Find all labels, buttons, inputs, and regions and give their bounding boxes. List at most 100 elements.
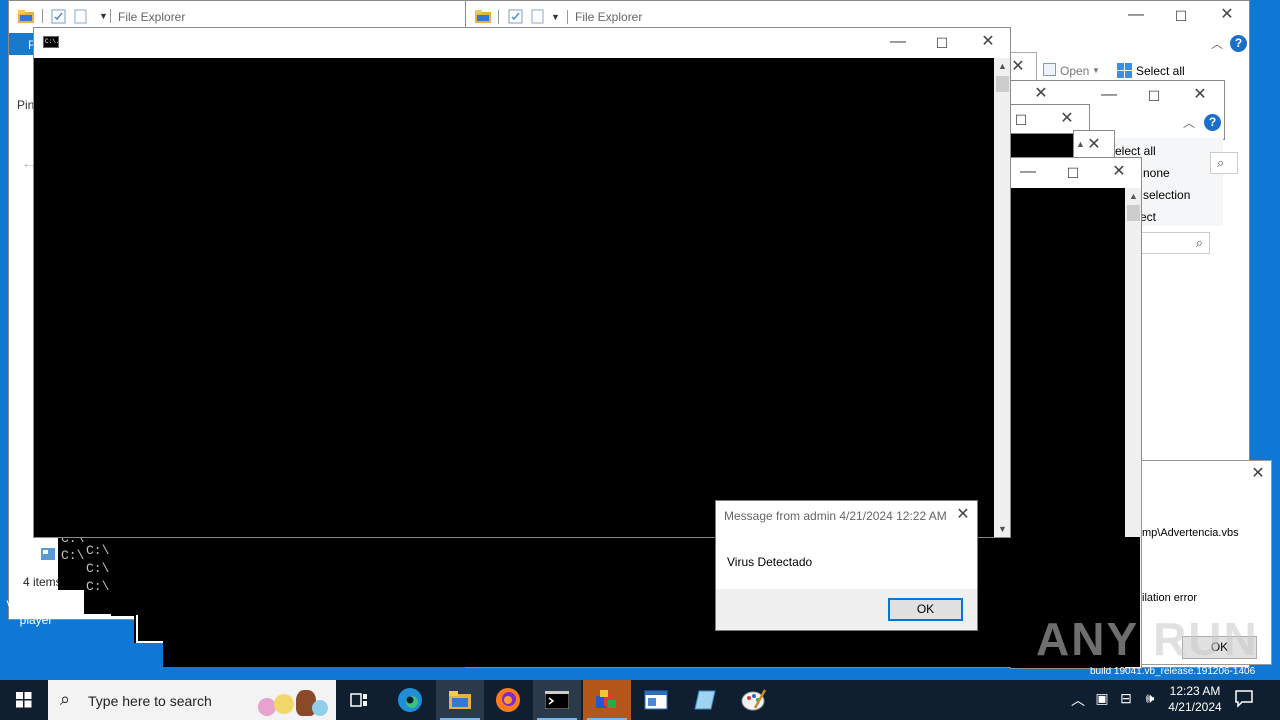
properties-icon[interactable] [51, 9, 67, 25]
console-window-lower-4-body [138, 615, 164, 641]
folder-icon[interactable] [474, 9, 492, 25]
close-icon[interactable]: ✕ [1084, 137, 1104, 153]
properties-icon[interactable] [508, 9, 524, 25]
maximize-icon[interactable]: ☐ [1171, 8, 1191, 24]
start-button[interactable] [0, 680, 48, 720]
console-window-main: C:\. — ☐ ✕ ▲ ▼ [33, 27, 1011, 538]
close-icon[interactable]: ✕ [1248, 466, 1268, 482]
notepad-taskbar-button[interactable] [681, 680, 729, 720]
search-box-back[interactable]: ⌕ [1210, 152, 1238, 174]
details-view-icon[interactable] [41, 548, 55, 560]
customize-toolbar-chevron-icon[interactable]: ▼ [551, 12, 560, 22]
file-explorer-taskbar-button[interactable] [436, 680, 484, 720]
select-none-item[interactable]: none [1143, 166, 1170, 180]
scroll-thumb[interactable] [996, 76, 1009, 92]
new-folder-icon[interactable] [73, 9, 89, 25]
notepad-icon [694, 690, 716, 710]
clock-time: 12:23 AM [1169, 684, 1221, 698]
anyrun-watermark: ANY RUN [1036, 612, 1266, 668]
folder-icon [449, 691, 471, 709]
close-icon[interactable]: ✕ [1031, 86, 1051, 102]
easter-eggs-icon [258, 688, 332, 716]
task-view-icon [350, 693, 367, 707]
watermark-text: ANY RUN [1036, 613, 1259, 665]
scroll-down-arrow-icon[interactable]: ▼ [994, 524, 1010, 534]
maximize-icon[interactable]: ☐ [1063, 165, 1083, 181]
scroll-up-arrow-icon[interactable]: ▲ [1125, 191, 1141, 201]
console-output[interactable] [34, 58, 994, 537]
toolbar-divider [498, 10, 499, 24]
command-prompt-taskbar-button[interactable] [533, 680, 581, 720]
usb-device-icon[interactable]: ▣ [1092, 690, 1112, 707]
maximize-icon[interactable]: ☐ [1011, 112, 1031, 128]
close-icon[interactable]: ✕ [1190, 87, 1210, 103]
open-dropdown-chevron-icon[interactable]: ▼ [1092, 66, 1100, 75]
select-all-item[interactable]: elect all [1115, 144, 1156, 158]
vertical-scrollbar[interactable]: ▲ ▼ [994, 58, 1010, 537]
scroll-up-arrow-icon[interactable]: ▲ [994, 61, 1010, 71]
minimize-icon[interactable]: — [1099, 87, 1119, 103]
clock[interactable]: 12:23 AM 4/21/2024 [1162, 683, 1228, 717]
new-folder-icon[interactable] [530, 9, 546, 25]
select-item[interactable]: ect [1140, 210, 1156, 224]
pin-to-quick-access-label[interactable]: Pin [17, 98, 34, 112]
search-box[interactable]: ⌕ Type here to search [48, 680, 336, 720]
select-all-button[interactable]: Select all [1136, 64, 1185, 78]
firefox-taskbar-button[interactable] [484, 680, 532, 720]
close-icon[interactable]: ✕ [953, 507, 973, 523]
script-host-taskbar-button[interactable] [583, 680, 631, 720]
paint-taskbar-button[interactable] [730, 680, 778, 720]
toolbar-divider [567, 10, 568, 24]
collapse-ribbon-chevron-icon[interactable]: ︿ [1183, 114, 1195, 131]
invert-selection-item[interactable]: selection [1143, 188, 1190, 202]
show-hidden-icons-chevron-icon[interactable]: ︿ [1068, 690, 1088, 710]
collapse-ribbon-chevron-icon[interactable]: ︿ [1211, 35, 1223, 52]
minimize-icon[interactable]: — [888, 34, 908, 50]
scroll-thumb[interactable] [1127, 205, 1140, 221]
desktop-icon-vlc[interactable]: VLC media player [4, 598, 68, 634]
open-icon[interactable] [1043, 63, 1056, 76]
message-text: Virus Detectado [727, 555, 813, 569]
wordpad-taskbar-button[interactable] [632, 680, 680, 720]
console-app-icon: C:\. [43, 36, 59, 48]
help-icon[interactable]: ? [1230, 35, 1247, 52]
maximize-icon[interactable]: ☐ [1144, 88, 1164, 104]
close-icon[interactable]: ✕ [1008, 59, 1028, 75]
help-icon[interactable]: ? [1204, 114, 1221, 131]
close-icon[interactable]: ✕ [978, 34, 998, 50]
console-window-stack-3-body [1011, 134, 1073, 158]
search-placeholder: Type here to search [88, 693, 212, 709]
customize-toolbar-chevron-icon[interactable]: ▼ [99, 11, 108, 21]
folder-icon[interactable] [17, 9, 35, 25]
error-description: ilation error [1142, 592, 1198, 604]
open-button[interactable]: Open [1060, 64, 1089, 78]
volume-icon[interactable]: 🕪 [1140, 690, 1160, 707]
search-icon: ⌕ [1217, 155, 1225, 170]
windows-logo-icon [16, 692, 32, 708]
minimize-icon[interactable]: — [1126, 7, 1146, 23]
toolbar-divider [42, 9, 43, 23]
taskbar: ⌕ Type here to search ︿ ▣ ⊟ 🕪 12:23 AM 4… [0, 680, 1280, 720]
wordpad-icon [644, 690, 668, 710]
select-all-icon[interactable] [1117, 63, 1133, 79]
search-box[interactable]: ⌕ [1140, 232, 1210, 254]
item-count: 4 items [23, 575, 62, 589]
ok-button[interactable]: OK [888, 598, 963, 621]
close-icon[interactable]: ✕ [1057, 111, 1077, 127]
maximize-icon[interactable]: ☐ [932, 35, 952, 51]
edge-taskbar-button[interactable] [386, 680, 434, 720]
minimize-icon[interactable]: — [1018, 164, 1038, 180]
close-icon[interactable]: ✕ [1217, 7, 1237, 23]
action-center-button[interactable] [1234, 688, 1258, 712]
console-window-lower-3 [111, 538, 164, 616]
console-window-stack-4: ▲ ✕ [1073, 130, 1115, 158]
message-box: Message from admin 4/21/2024 12:22 AM ✕ … [715, 500, 978, 631]
task-view-button[interactable] [336, 680, 384, 720]
clock-date: 4/21/2024 [1168, 700, 1222, 714]
notifications-icon [1235, 690, 1253, 708]
window-title: File Explorer [575, 10, 643, 24]
network-icon[interactable]: ⊟ [1116, 690, 1136, 707]
firefox-icon [496, 688, 520, 712]
close-icon[interactable]: ✕ [1109, 164, 1129, 180]
script-path: mp\Advertencia.vbs [1142, 527, 1239, 539]
